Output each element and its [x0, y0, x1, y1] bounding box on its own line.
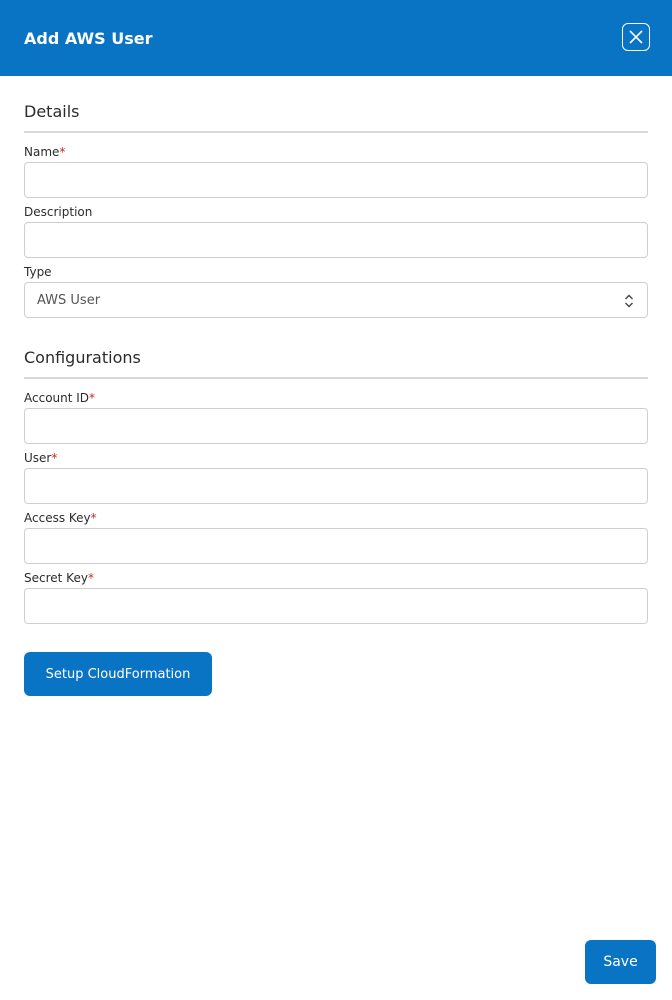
- access-key-input[interactable]: [24, 528, 648, 564]
- close-icon: [629, 30, 643, 44]
- details-divider: [24, 131, 648, 133]
- secret-key-input[interactable]: [24, 588, 648, 624]
- close-button[interactable]: [622, 23, 650, 51]
- save-button[interactable]: Save: [585, 940, 656, 984]
- dialog-header: Add AWS User: [0, 0, 672, 76]
- account-id-input[interactable]: [24, 408, 648, 444]
- type-label: Type: [24, 265, 52, 279]
- description-input[interactable]: [24, 222, 648, 258]
- configurations-divider: [24, 377, 648, 379]
- secret-key-label: Secret Key*: [24, 571, 94, 585]
- type-select[interactable]: AWS User: [24, 282, 648, 318]
- select-arrows-icon: [625, 294, 633, 308]
- setup-cloudformation-button[interactable]: Setup CloudFormation: [24, 652, 212, 696]
- user-input[interactable]: [24, 468, 648, 504]
- description-label: Description: [24, 205, 93, 219]
- name-input[interactable]: [24, 162, 648, 198]
- name-label: Name*: [24, 145, 66, 159]
- user-label: User*: [24, 451, 58, 465]
- account-id-label: Account ID*: [24, 391, 96, 405]
- type-selected-value: AWS User: [37, 292, 101, 308]
- details-section-title: Details: [24, 102, 80, 121]
- configurations-section-title: Configurations: [24, 348, 141, 367]
- access-key-label: Access Key*: [24, 511, 97, 525]
- dialog-title: Add AWS User: [24, 28, 153, 48]
